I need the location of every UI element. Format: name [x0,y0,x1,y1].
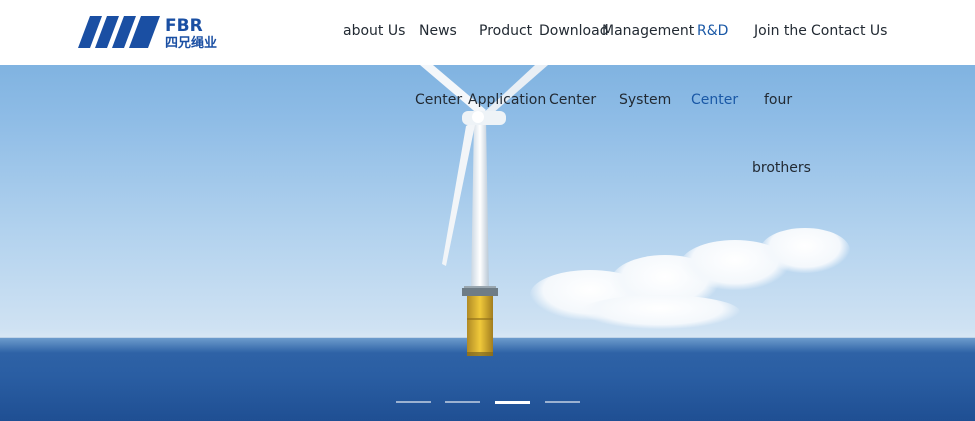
nav-product-line2[interactable]: Application [468,92,546,108]
nav-management-line2[interactable]: System [619,92,671,108]
carousel-dot-3[interactable] [495,400,530,404]
nav-news[interactable]: News [419,23,457,39]
nav-download[interactable]: Download [539,23,609,39]
fbr-logo[interactable]: FBR 四兄绳业 [76,14,236,50]
carousel-dot-1[interactable] [396,401,431,403]
nav-about-us[interactable]: about Us [343,23,405,39]
logo-text: FBR [165,16,203,36]
nav-join-line3[interactable]: brothers [752,160,811,176]
nav-rd[interactable]: R&D [697,23,728,39]
logo-cn: 四兄绳业 [165,35,217,50]
nav-rd-line2[interactable]: Center [691,92,738,108]
nav-join-line2[interactable]: four [764,92,792,108]
nav-contact-us[interactable]: Contact Us [811,23,887,39]
nav-management[interactable]: Management [602,23,694,39]
carousel-dot-4[interactable] [545,401,580,403]
nav-download-line2[interactable]: Center [549,92,596,108]
nav-join[interactable]: Join the [754,23,807,39]
nav-product[interactable]: Product [479,23,532,39]
carousel-dot-2[interactable] [445,401,480,403]
nav-news-line2[interactable]: Center [415,92,462,108]
